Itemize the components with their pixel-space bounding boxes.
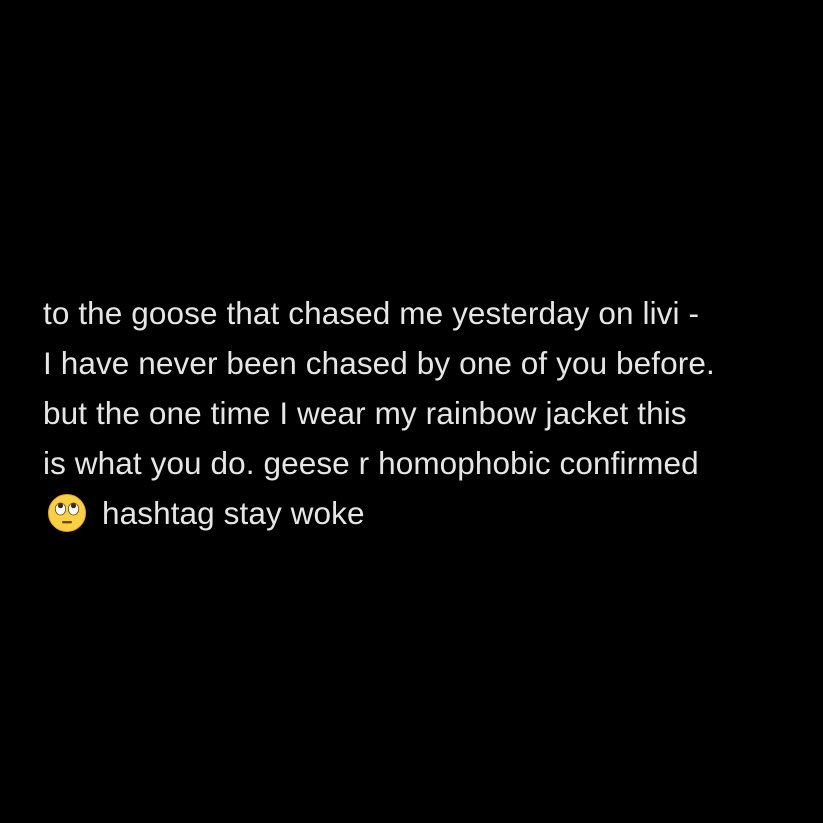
post-line-3: but the one time I wear my rainbow jacke… <box>43 395 687 431</box>
post-line-4: is what you do. geese r homophobic confi… <box>43 445 699 481</box>
post-text: to the goose that chased me yesterday on… <box>43 288 803 538</box>
post-line-5: hashtag stay woke <box>43 488 803 538</box>
post-line-1: to the goose that chased me yesterday on… <box>43 295 700 331</box>
text-post-card: to the goose that chased me yesterday on… <box>0 0 823 823</box>
face-with-rolling-eyes-icon <box>46 492 88 534</box>
post-line-2: I have never been chased by one of you b… <box>43 345 715 381</box>
post-line-5-text: hashtag stay woke <box>102 495 365 531</box>
